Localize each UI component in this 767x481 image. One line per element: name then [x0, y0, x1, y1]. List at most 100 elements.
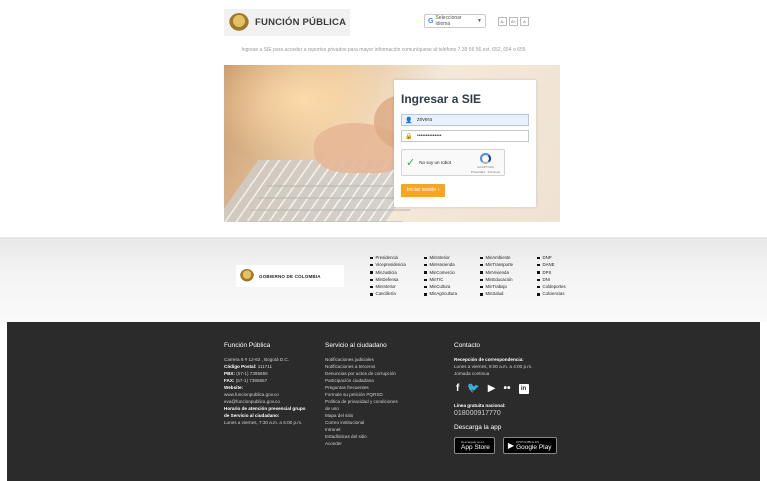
gov-link[interactable]: MinComercio	[424, 270, 480, 276]
footer-value: (57-1) 7395656	[234, 371, 268, 376]
footer-website-label: Website:	[224, 384, 305, 391]
chevron-down-icon: ▼	[477, 18, 482, 24]
app-store-text: Descárgalo en el App Store	[461, 440, 490, 451]
footer-pbx: PBX: (57-1) 7395656	[224, 370, 305, 377]
footer-hours-label: Horario de atención presencial grupo	[224, 405, 305, 412]
footer-link[interactable]: Notificaciones judiciales	[325, 356, 398, 363]
gov-links: Presidencia MinInterior MinAmbiente DNP …	[370, 255, 577, 298]
footer-email-link[interactable]: eva@funcionpublica.gov.co	[224, 398, 305, 405]
gov-link[interactable]: DNP	[537, 255, 577, 261]
login-button[interactable]: Iniciar sesión ›	[401, 184, 446, 197]
footer-link[interactable]: Participación ciudadana	[325, 377, 398, 384]
gov-link[interactable]: MinHacienda	[424, 262, 480, 268]
password-field[interactable]: 🔒 ••••••••••••••	[401, 130, 529, 142]
footer-link[interactable]: Correo institucional	[325, 419, 398, 426]
footer-link[interactable]: Formule su petición PQRSD	[325, 391, 398, 398]
gov-link[interactable]: Cancillería	[370, 291, 424, 297]
reception-note: Jornada continua	[454, 371, 490, 376]
username-field[interactable]: 👤 zrivera	[401, 114, 529, 126]
gov-link[interactable]: MinVivienda	[480, 270, 537, 276]
font-decrease-button[interactable]: A-	[498, 17, 507, 26]
footer-col-title: Función Pública	[224, 342, 271, 349]
gov-link[interactable]: MinInterior	[370, 284, 424, 290]
footer-label: Recepción de correspondencia:	[454, 357, 524, 362]
gov-link[interactable]: DPS	[537, 270, 577, 276]
footer-link[interactable]: Política de privacidad y condiciones	[325, 398, 398, 405]
footer-fax: FAX: (57-1) 7395657	[224, 377, 305, 384]
footer-label: Línea gratuita nacional:	[454, 403, 506, 408]
recaptcha-label: No soy un robot	[419, 160, 451, 165]
gov-link[interactable]: MinEducación	[480, 277, 537, 283]
gov-link[interactable]: MinAmbiente	[480, 255, 537, 261]
recaptcha-logo-icon	[479, 153, 491, 164]
government-band: GOBIERNO DE COLOMBIA Presidencia MinInte…	[0, 237, 767, 322]
facebook-icon[interactable]: f	[456, 383, 459, 394]
font-reset-button[interactable]: A	[520, 17, 529, 26]
flickr-icon[interactable]: ••	[504, 383, 511, 394]
funcion-publica-logo[interactable]: FUNCIÓN PÚBLICA	[224, 9, 350, 36]
social-links: f 🐦 ▶ •• in	[456, 383, 557, 394]
notice-text: Ingrese a SIE para acceder a reportes pr…	[241, 47, 526, 53]
gov-link[interactable]: Presidencia	[370, 255, 424, 261]
recaptcha-terms[interactable]: Privacidad - Términos	[471, 170, 500, 174]
gov-link[interactable]: Coldeportes	[537, 284, 577, 290]
google-play-button[interactable]: ▶ DISPONIBLE EN Google Play	[502, 437, 557, 454]
hotline-number: 018000917770	[454, 410, 501, 417]
footer-link[interactable]: Mapa del sitio	[325, 412, 398, 419]
footer-col-contacto: Contacto Recepción de correspondencia: L…	[454, 342, 557, 454]
user-icon: 👤	[405, 117, 413, 124]
font-increase-button[interactable]: A+	[509, 17, 518, 26]
gov-link[interactable]: MinCultura	[424, 284, 480, 290]
footer-link[interactable]: de uso	[325, 405, 398, 412]
language-selector-label: Seleccionar idioma	[435, 15, 462, 27]
footer-link[interactable]: Intranet	[325, 426, 398, 433]
footer-postal-code: Código Postal: 111711	[224, 363, 305, 370]
gov-link[interactable]: MinTransporte	[480, 262, 537, 268]
username-value: zrivera	[417, 117, 433, 123]
twitter-icon[interactable]: 🐦	[467, 383, 479, 394]
footer-link[interactable]: Acceder	[325, 440, 398, 447]
reception-hours: Lunes a viernes, 8:00 a.m. a 4:00 p.m.	[454, 364, 533, 369]
gov-link[interactable]: DNI	[537, 277, 577, 283]
footer-label: Horario de atención presencial grupo	[224, 406, 306, 411]
google-translate-icon: G	[428, 17, 434, 25]
gov-link[interactable]: MinSalud	[480, 291, 537, 297]
gov-link[interactable]: Colciencias	[537, 291, 577, 297]
linkedin-icon[interactable]: in	[518, 383, 529, 394]
footer-link[interactable]: Estadísticas del sitio	[325, 433, 398, 440]
footer-label: FAX:	[224, 378, 235, 383]
gov-link[interactable]: MinTrabajo	[480, 284, 537, 290]
footer-link[interactable]: Denuncias por actos de corrupción	[325, 370, 398, 377]
gov-link[interactable]: MinTIC	[424, 277, 480, 283]
footer-link[interactable]: Notificaciones a terceros	[325, 363, 398, 370]
lock-icon: 🔒	[405, 133, 413, 140]
gov-link[interactable]: Vicepresidencia	[370, 262, 424, 268]
gov-link[interactable]: MinInterior	[424, 255, 480, 261]
gobierno-colombia-logo[interactable]: GOBIERNO DE COLOMBIA	[236, 265, 344, 287]
gov-link[interactable]: DANE	[537, 262, 577, 268]
footer-website-link[interactable]: www.funcionpublica.gov.co	[224, 391, 305, 398]
app-store-button[interactable]: Descárgalo en el App Store	[454, 437, 495, 454]
google-play-icon: ▶	[507, 441, 515, 450]
footer-value: 111711	[256, 364, 273, 369]
footer-link[interactable]: Preguntas frecuentes	[325, 384, 398, 391]
footer-label: de Servicio al ciudadano:	[224, 413, 280, 418]
accessibility-controls: A- A+ A	[498, 17, 529, 26]
footer-value: (57-1) 7395657	[234, 378, 268, 383]
app-store-big: App Store	[461, 444, 490, 451]
gov-link[interactable]: MinJusticia	[370, 270, 424, 276]
language-selector[interactable]: G Seleccionar idioma ▼	[424, 14, 486, 28]
footer-address: Carrera 6 # 12-62 , Bogotá D.C.	[224, 357, 290, 362]
gov-link[interactable]: MinDefensa	[370, 277, 424, 283]
footer-col-funcion-publica: Función Pública Carrera 6 # 12-62 , Bogo…	[224, 342, 305, 426]
recaptcha-widget[interactable]: ✓ No soy un robot reCAPTCHA Privacidad -…	[401, 149, 505, 176]
google-play-big: Google Play	[516, 444, 552, 451]
gov-link[interactable]: MinAgricultura	[424, 291, 480, 297]
youtube-icon[interactable]: ▶	[488, 383, 496, 394]
recaptcha-brand-text: reCAPTCHA	[476, 165, 494, 169]
app-stores: Descárgalo en el App Store ▶ DISPONIBLE …	[454, 437, 557, 454]
recaptcha-brand: reCAPTCHA Privacidad - Términos	[471, 153, 500, 174]
logo-text: FUNCIÓN PÚBLICA	[255, 17, 347, 28]
login-title: Ingresar a SIE	[401, 92, 482, 106]
footer-label: Código Postal:	[224, 364, 257, 369]
